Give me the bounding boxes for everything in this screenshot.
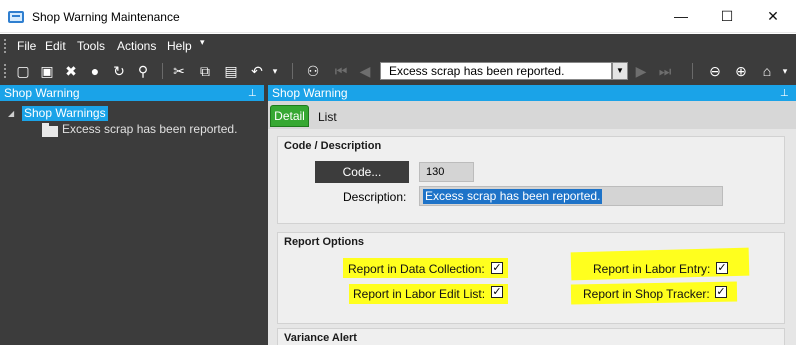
- labor-entry-label: Report in Labor Entry:: [593, 262, 711, 276]
- tab-detail[interactable]: Detail: [270, 105, 309, 127]
- menu-bar: File Edit Tools Actions Help ▾: [0, 34, 796, 58]
- window-title: Shop Warning Maintenance: [32, 10, 180, 24]
- description-label: Description:: [343, 190, 407, 204]
- code-field[interactable]: 130: [419, 162, 474, 182]
- close-button[interactable]: ✕: [750, 0, 796, 33]
- data-collection-checkbox[interactable]: ✓: [491, 262, 503, 274]
- menu-overflow-icon[interactable]: ▾: [200, 37, 205, 48]
- cut-icon[interactable]: ✂: [170, 62, 188, 80]
- menu-grip-icon: [4, 39, 7, 53]
- home-icon[interactable]: ⌂: [758, 62, 776, 80]
- description-selected-text: Excess scrap has been reported.: [423, 189, 603, 204]
- clear-broom-icon[interactable]: ⚲: [134, 62, 152, 80]
- new-icon[interactable]: ▢: [14, 62, 32, 80]
- tree-root-node[interactable]: Shop Warnings: [22, 106, 108, 121]
- section-title: Report Options: [284, 236, 365, 248]
- labor-edit-list-checkbox[interactable]: ✓: [491, 286, 503, 298]
- tree-expand-icon[interactable]: ◢: [8, 109, 14, 118]
- shop-tracker-label: Report in Shop Tracker:: [583, 287, 710, 301]
- detail-panel-header: Shop Warning ⊥: [268, 85, 796, 101]
- shop-tracker-checkbox[interactable]: ✓: [715, 286, 727, 298]
- chevron-down-icon[interactable]: ▼: [612, 62, 628, 80]
- toolbar-overflow-icon[interactable]: ▾: [776, 62, 794, 80]
- menu-actions[interactable]: Actions: [117, 39, 156, 53]
- menu-file[interactable]: File: [17, 39, 36, 53]
- forward-icon[interactable]: ⊕: [732, 62, 750, 80]
- delete-icon[interactable]: ✖: [62, 62, 80, 80]
- tab-list[interactable]: List: [318, 110, 337, 124]
- detail-panel-title: Shop Warning: [272, 86, 348, 100]
- undo-dropdown-icon[interactable]: ▾: [266, 62, 284, 80]
- previous-record-icon[interactable]: ◀: [356, 62, 374, 80]
- data-collection-label: Report in Data Collection:: [348, 262, 485, 276]
- record-navigator-combo[interactable]: Excess scrap has been reported.: [380, 62, 612, 80]
- variance-alert-section: Variance Alert: [277, 328, 785, 345]
- tree-child-node[interactable]: Excess scrap has been reported.: [62, 122, 237, 136]
- section-title: Code / Description: [284, 140, 382, 152]
- menu-tools[interactable]: Tools: [77, 39, 105, 53]
- maximize-button[interactable]: ☐: [704, 0, 750, 33]
- toolbar-grip-icon: [4, 64, 7, 78]
- menu-help[interactable]: Help: [167, 39, 192, 53]
- report-options-section: Report Options: [277, 232, 785, 324]
- toolbar-separator: [692, 63, 693, 79]
- pin-icon[interactable]: ⊥: [248, 86, 257, 102]
- labor-edit-list-label: Report in Labor Edit List:: [353, 287, 486, 301]
- comment-icon[interactable]: ●: [86, 62, 104, 80]
- refresh-icon[interactable]: ↻: [110, 62, 128, 80]
- last-record-icon[interactable]: ⏭: [656, 62, 674, 80]
- pin-icon[interactable]: ⊥: [780, 86, 789, 102]
- description-field[interactable]: Excess scrap has been reported.: [419, 186, 723, 206]
- labor-entry-checkbox[interactable]: ✓: [716, 262, 728, 274]
- copy-icon[interactable]: ⧉: [196, 62, 214, 80]
- tab-strip: [268, 101, 796, 129]
- toolbar-separator: [162, 63, 163, 79]
- back-icon[interactable]: ⊖: [706, 62, 724, 80]
- save-icon[interactable]: ▣: [38, 62, 56, 80]
- first-record-icon[interactable]: ⏮: [332, 62, 350, 80]
- menu-edit[interactable]: Edit: [45, 39, 66, 53]
- window-titlebar: Shop Warning Maintenance — ☐ ✕: [0, 0, 796, 33]
- toolbar-separator: [292, 63, 293, 79]
- minimize-button[interactable]: —: [658, 0, 704, 33]
- paste-icon[interactable]: ▤: [222, 62, 240, 80]
- undo-icon[interactable]: ↶: [248, 62, 266, 80]
- binoculars-search-icon[interactable]: ⚇: [304, 62, 322, 80]
- tree-panel-title: Shop Warning: [4, 86, 80, 100]
- app-window-icon: [8, 11, 24, 23]
- section-title: Variance Alert: [284, 332, 357, 344]
- tree-panel-header: Shop Warning ⊥: [0, 85, 264, 101]
- code-button[interactable]: Code...: [315, 161, 409, 183]
- folder-icon: [42, 123, 58, 137]
- next-record-icon[interactable]: ▶: [632, 62, 650, 80]
